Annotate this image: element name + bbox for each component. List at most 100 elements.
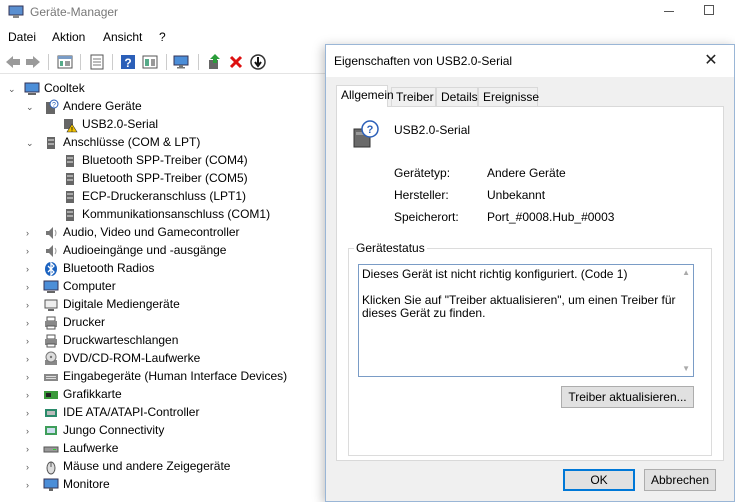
mouse-icon bbox=[46, 461, 56, 475]
update-driver-icon[interactable] bbox=[205, 53, 223, 71]
disable-icon[interactable] bbox=[249, 53, 267, 71]
tree-item[interactable]: › Monitore bbox=[0, 476, 320, 494]
device-tree: ⌄ Cooltek ⌄? Andere Geräte! USB2.0-Serial ⌄… bbox=[0, 80, 330, 502]
expand-chevron-icon[interactable]: › bbox=[26, 336, 36, 346]
menu-datei[interactable]: Datei bbox=[8, 30, 36, 44]
toolbar-separator bbox=[48, 54, 49, 70]
properties-icon[interactable] bbox=[88, 53, 106, 71]
expand-chevron-icon[interactable]: › bbox=[26, 480, 36, 490]
menu-aktion[interactable]: Aktion bbox=[52, 30, 85, 44]
tree-item-label: Bluetooth SPP-Treiber (COM5) bbox=[82, 171, 248, 185]
expand-chevron-icon[interactable]: › bbox=[26, 408, 36, 418]
tree-item[interactable]: › Grafikkarte bbox=[0, 386, 320, 404]
tree-item[interactable]: › Jungo Connectivity bbox=[0, 422, 320, 440]
unknown-device-icon: ? bbox=[353, 120, 379, 148]
collapse-chevron-icon[interactable]: ⌄ bbox=[26, 138, 36, 148]
tree-item[interactable]: › Laufwerke bbox=[0, 440, 320, 458]
computer-icon bbox=[43, 280, 59, 293]
tree-item[interactable]: ECP-Druckeranschluss (LPT1) bbox=[0, 188, 320, 206]
tree-item-label: Audioeingänge und -ausgänge bbox=[63, 243, 227, 257]
forward-icon[interactable] bbox=[24, 53, 42, 71]
port-icon bbox=[66, 209, 74, 221]
tree-item[interactable]: › IDE ATA/ATAPI-Controller bbox=[0, 404, 320, 422]
expand-chevron-icon[interactable]: › bbox=[26, 246, 36, 256]
tree-item-label: Mäuse und andere Zeigegeräte bbox=[63, 459, 231, 473]
dialog-title: Eigenschaften von USB2.0-Serial bbox=[334, 54, 513, 68]
tree-item-label: USB2.0-Serial bbox=[82, 117, 159, 131]
tree-item-label: Bluetooth Radios bbox=[63, 261, 155, 275]
tree-item[interactable]: › Bluetooth Radios bbox=[0, 260, 320, 278]
expand-chevron-icon[interactable]: › bbox=[26, 372, 36, 382]
port-icon bbox=[47, 137, 55, 149]
tree-item[interactable]: › Digitale Mediengeräte bbox=[0, 296, 320, 314]
tree-item[interactable]: Bluetooth SPP-Treiber (COM5) bbox=[0, 170, 320, 188]
tree-item[interactable]: › Eingabegeräte (Human Interface Devices) bbox=[0, 368, 320, 386]
monitor-icon[interactable] bbox=[172, 53, 190, 71]
tree-item[interactable]: › Druckwarteschlangen bbox=[0, 332, 320, 350]
toolbar-separator bbox=[80, 54, 81, 70]
tree-item[interactable]: ! USB2.0-Serial bbox=[0, 116, 320, 134]
scroll-up-icon[interactable]: ▲ bbox=[682, 268, 690, 277]
tree-item-label: DVD/CD-ROM-Laufwerke bbox=[63, 351, 201, 365]
uninstall-icon[interactable] bbox=[227, 53, 245, 71]
expand-chevron-icon[interactable]: › bbox=[26, 390, 36, 400]
other-devices-icon: ? bbox=[46, 99, 59, 114]
device-name: USB2.0-Serial bbox=[394, 123, 471, 137]
device-manager-app-icon bbox=[8, 5, 24, 18]
prop-value-device-type: Andere Geräte bbox=[487, 166, 566, 180]
collapse-chevron-icon[interactable]: ⌄ bbox=[26, 102, 36, 112]
close-icon[interactable]: ✕ bbox=[702, 52, 720, 70]
tree-item[interactable]: › Audioeingänge und -ausgänge bbox=[0, 242, 320, 260]
expand-chevron-icon[interactable]: › bbox=[26, 300, 36, 310]
menu-help[interactable]: ? bbox=[159, 30, 166, 44]
tree-item[interactable]: › Drucker bbox=[0, 314, 320, 332]
tab-details[interactable]: Details bbox=[436, 87, 478, 106]
expand-chevron-icon[interactable]: › bbox=[26, 444, 36, 454]
media-device-icon bbox=[44, 299, 58, 311]
speaker-icon bbox=[46, 227, 57, 239]
tab-ereignisse[interactable]: Ereignisse bbox=[478, 87, 539, 106]
expand-chevron-icon[interactable]: › bbox=[26, 462, 36, 472]
cancel-button[interactable]: Abbrechen bbox=[644, 469, 716, 491]
help-icon[interactable]: ? bbox=[119, 53, 137, 71]
tree-item-label: Grafikkarte bbox=[63, 387, 122, 401]
show-hidden-icon[interactable] bbox=[56, 53, 74, 71]
back-icon[interactable] bbox=[4, 53, 22, 71]
tree-item-label: Druckwarteschlangen bbox=[63, 333, 179, 347]
tree-item-label: IDE ATA/ATAPI-Controller bbox=[63, 405, 200, 419]
window-title: Geräte-Manager bbox=[30, 5, 119, 19]
tree-item[interactable]: › Mäuse und andere Zeigegeräte bbox=[0, 458, 320, 476]
tree-item[interactable]: ⌄? Andere Geräte bbox=[0, 98, 320, 116]
status-textbox[interactable]: Dieses Gerät ist nicht richtig konfiguri… bbox=[358, 264, 694, 377]
expand-chevron-icon[interactable]: › bbox=[26, 228, 36, 238]
port-icon bbox=[66, 173, 74, 185]
tree-item-label: Drucker bbox=[63, 315, 106, 329]
action-pane-icon[interactable] bbox=[141, 53, 159, 71]
tab-allgemein[interactable]: Allgemein bbox=[336, 85, 394, 107]
tree-item-label: Audio, Video und Gamecontroller bbox=[63, 225, 240, 239]
expand-chevron-icon[interactable]: › bbox=[26, 426, 36, 436]
expand-chevron-icon[interactable]: › bbox=[26, 354, 36, 364]
collapse-chevron-icon[interactable]: ⌄ bbox=[8, 84, 18, 94]
properties-dialog: Eigenschaften von USB2.0-Serial ✕ Allgem… bbox=[325, 44, 735, 502]
ok-button[interactable]: OK bbox=[563, 469, 635, 491]
menu-ansicht[interactable]: Ansicht bbox=[103, 30, 142, 44]
tree-item[interactable]: Bluetooth SPP-Treiber (COM4) bbox=[0, 152, 320, 170]
tree-item-label: Jungo Connectivity bbox=[63, 423, 165, 437]
tree-item[interactable]: › Audio, Video und Gamecontroller bbox=[0, 224, 320, 242]
tree-root[interactable]: ⌄ Cooltek bbox=[0, 80, 320, 98]
tab-treiber[interactable]: Treiber bbox=[391, 87, 436, 106]
title-bar: Geräte-Manager bbox=[0, 0, 735, 25]
tree-item[interactable]: Kommunikationsanschluss (COM1) bbox=[0, 206, 320, 224]
expand-chevron-icon[interactable]: › bbox=[26, 282, 36, 292]
minimize-button[interactable] bbox=[664, 11, 674, 12]
tree-item[interactable]: › Computer bbox=[0, 278, 320, 296]
tree-item[interactable]: › DVD/CD-ROM-Laufwerke bbox=[0, 350, 320, 368]
tree-item-label: ECP-Druckeranschluss (LPT1) bbox=[82, 189, 247, 203]
update-driver-button[interactable]: Treiber aktualisieren... bbox=[561, 386, 694, 408]
expand-chevron-icon[interactable]: › bbox=[26, 318, 36, 328]
tree-item[interactable]: ⌄ Anschlüsse (COM & LPT) bbox=[0, 134, 320, 152]
maximize-button[interactable] bbox=[704, 5, 714, 15]
scroll-down-icon[interactable]: ▼ bbox=[682, 364, 690, 373]
expand-chevron-icon[interactable]: › bbox=[26, 264, 36, 274]
